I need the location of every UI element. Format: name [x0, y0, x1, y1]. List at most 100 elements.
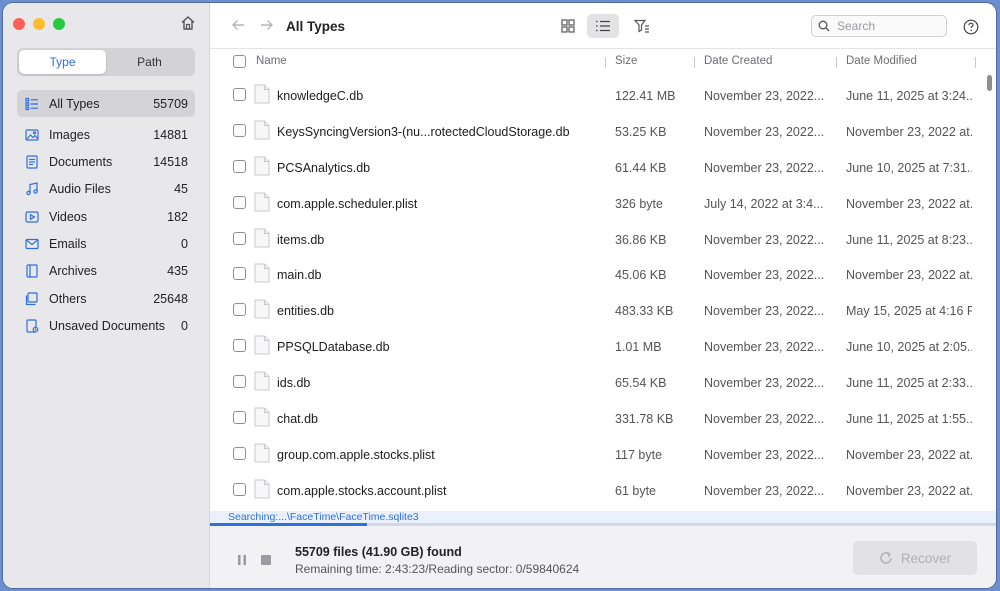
table-row[interactable]: chat.db 331.78 KB November 23, 2022... June… — [210, 400, 996, 436]
table-row[interactable]: entities.db 483.33 KB November 23, 2022...… — [210, 292, 996, 328]
app-window: Type Path All Types 55709 Images 14881 D… — [3, 3, 996, 588]
file-name: ids.db — [277, 376, 311, 391]
document-icon — [24, 154, 40, 170]
row-checkbox[interactable] — [233, 303, 246, 317]
home-icon[interactable] — [179, 14, 197, 32]
file-size: 326 byte — [615, 196, 663, 211]
grid-view-button[interactable] — [552, 14, 584, 38]
file-date-created: November 23, 2022... — [704, 483, 825, 498]
file-icon — [254, 84, 270, 104]
row-checkbox[interactable] — [233, 267, 246, 281]
sidebar-item-audio-files[interactable]: Audio Files 45 — [17, 176, 195, 203]
row-checkbox[interactable] — [233, 123, 246, 137]
scrollbar-thumb[interactable] — [987, 75, 992, 91]
video-icon — [24, 209, 40, 225]
zoom-window-button[interactable] — [53, 18, 65, 30]
file-date-created: November 23, 2022... — [704, 376, 825, 391]
forward-arrow-icon[interactable] — [259, 17, 275, 33]
file-icon — [254, 156, 270, 176]
pause-icon[interactable] — [236, 554, 248, 566]
select-all-checkbox[interactable] — [233, 55, 246, 68]
sidebar-item-count: 0 — [181, 318, 188, 333]
file-date-created: November 23, 2022... — [704, 412, 825, 427]
file-date-modified: November 23, 2022 at... — [846, 447, 972, 462]
file-name: com.apple.stocks.account.plist — [277, 483, 447, 498]
segment-path[interactable]: Path — [106, 50, 193, 74]
close-window-button[interactable] — [13, 18, 25, 30]
row-checkbox[interactable] — [233, 339, 246, 353]
row-checkbox[interactable] — [233, 375, 246, 389]
row-checkbox[interactable] — [233, 159, 246, 173]
column-header-date-modified[interactable]: Date Modified — [846, 55, 917, 67]
sidebar-item-archives[interactable]: Archives 435 — [17, 258, 195, 285]
file-size: 65.54 KB — [615, 376, 667, 391]
file-date-modified: June 11, 2025 at 2:33... — [846, 376, 972, 391]
sidebar-item-others[interactable]: Others 25648 — [17, 285, 195, 312]
toolbar: All Types — [210, 3, 996, 49]
table-row[interactable]: PCSAnalytics.db 61.44 KB November 23, 2022… — [210, 149, 996, 185]
table-row[interactable]: knowledgeC.db 122.41 MB November 23, 2022.… — [210, 77, 996, 113]
file-name: knowledgeC.db — [277, 89, 364, 103]
list-view-button[interactable] — [587, 14, 619, 38]
sidebar: Type Path All Types 55709 Images 14881 D… — [3, 3, 210, 588]
stop-icon[interactable] — [260, 554, 272, 566]
column-header-name[interactable]: Name — [256, 55, 287, 67]
row-checkbox[interactable] — [233, 231, 246, 245]
table-row[interactable]: KeysSyncingVersion3-(nu...rotectedCloudS… — [210, 113, 996, 149]
file-date-modified: May 15, 2025 at 4:16 PM — [846, 304, 972, 319]
sidebar-item-unsaved-documents[interactable]: Unsaved Documents 0 — [17, 312, 195, 339]
filter-button[interactable] — [626, 14, 658, 38]
sidebar-item-label: Videos — [49, 209, 87, 224]
table-row[interactable]: com.apple.scheduler.plist 326 byte July 14… — [210, 185, 996, 221]
file-date-created: November 23, 2022... — [704, 268, 825, 283]
file-date-created: November 23, 2022... — [704, 447, 825, 462]
file-icon — [254, 299, 270, 319]
file-name: chat.db — [277, 412, 319, 427]
sidebar-item-emails[interactable]: Emails 0 — [17, 230, 195, 257]
page-title: All Types — [286, 19, 346, 34]
sidebar-item-all-types[interactable]: All Types 55709 — [17, 90, 195, 117]
column-header-size[interactable]: Size — [615, 55, 637, 67]
row-checkbox[interactable] — [233, 446, 246, 460]
envelope-icon — [24, 236, 40, 252]
file-name: com.apple.scheduler.plist — [277, 196, 418, 211]
sidebar-item-label: Images — [49, 127, 90, 142]
sidebar-item-label: All Types — [49, 96, 100, 111]
table-row[interactable]: ids.db 65.54 KB November 23, 2022... June 1… — [210, 364, 996, 400]
row-checkbox[interactable] — [233, 411, 246, 425]
search-input[interactable] — [835, 18, 939, 34]
file-date-modified: November 23, 2022 at... — [846, 483, 972, 498]
sidebar-item-videos[interactable]: Videos 182 — [17, 203, 195, 230]
row-checkbox[interactable] — [233, 88, 246, 101]
main-pane: All Types Name Size — [210, 3, 996, 588]
help-icon[interactable] — [963, 19, 979, 35]
files-found-text: 55709 files (41.90 GB) found — [295, 545, 462, 559]
sidebar-item-images[interactable]: Images 14881 — [17, 121, 195, 148]
list-icon — [596, 20, 610, 32]
sidebar-item-label: Others — [49, 291, 87, 306]
search-field[interactable] — [811, 15, 947, 37]
row-checkbox[interactable] — [233, 482, 246, 496]
sidebar-item-count: 55709 — [153, 96, 188, 111]
back-arrow-icon[interactable] — [230, 17, 246, 33]
sidebar-item-documents[interactable]: Documents 14518 — [17, 149, 195, 176]
list-icon — [24, 96, 40, 112]
file-name: group.com.apple.stocks.plist — [277, 447, 435, 462]
table-row[interactable]: main.db 45.06 KB November 23, 2022... Novem… — [210, 256, 996, 292]
table-row[interactable]: group.com.apple.stocks.plist 117 byte Nove… — [210, 436, 996, 472]
segment-type[interactable]: Type — [19, 50, 106, 74]
sidebar-item-count: 14881 — [153, 127, 188, 142]
table-row[interactable]: items.db 36.86 KB November 23, 2022... June… — [210, 221, 996, 257]
row-checkbox[interactable] — [233, 195, 246, 209]
recover-button[interactable]: Recover — [853, 541, 977, 575]
file-size: 53.25 KB — [615, 124, 667, 139]
table-row[interactable]: com.apple.stocks.account.plist 61 byte Nov… — [210, 472, 996, 508]
column-header-date-created[interactable]: Date Created — [704, 55, 772, 67]
minimize-window-button[interactable] — [33, 18, 45, 30]
sidebar-item-label: Emails — [49, 236, 87, 251]
search-icon — [818, 20, 830, 32]
sidebar-item-label: Documents — [49, 155, 113, 170]
file-icon — [254, 192, 270, 212]
table-row[interactable]: PPSQLDatabase.db 1.01 MB November 23, 2022… — [210, 328, 996, 364]
file-name: items.db — [277, 232, 325, 247]
